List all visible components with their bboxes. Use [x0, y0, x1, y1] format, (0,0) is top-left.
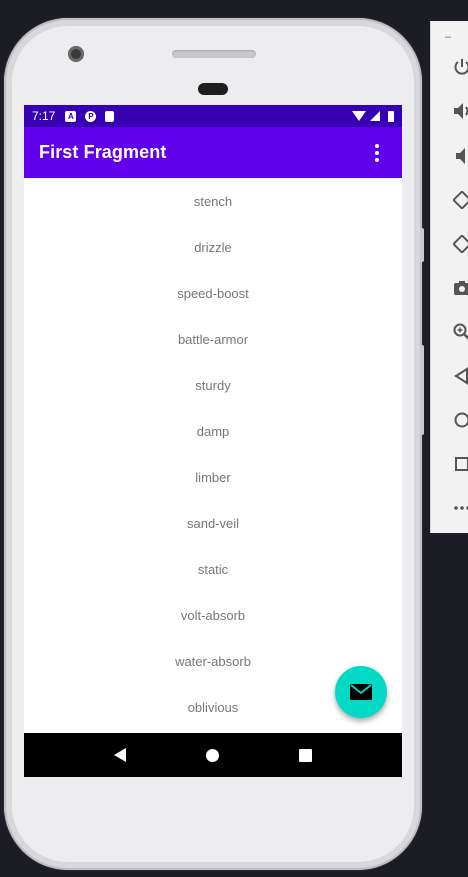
list-item[interactable]: volt-absorb — [24, 592, 402, 638]
recents-icon[interactable] — [299, 748, 312, 762]
overflow-dot — [375, 150, 379, 155]
earpiece — [198, 83, 228, 95]
more-vert-icon[interactable] — [367, 138, 387, 168]
email-fab-button[interactable] — [335, 666, 387, 718]
volume-up-icon[interactable] — [451, 100, 468, 122]
email-icon — [350, 684, 372, 700]
sd-card-icon — [105, 110, 115, 122]
camera-icon[interactable] — [451, 277, 468, 299]
emulator-toolbar: – — [430, 21, 468, 533]
zoom-icon[interactable] — [451, 321, 468, 343]
list-item[interactable]: sand-veil — [24, 500, 402, 546]
rotate-right-icon[interactable] — [451, 233, 468, 255]
overflow-dot — [375, 157, 379, 162]
signal-icon — [370, 111, 380, 121]
phone-side-button-upper — [420, 228, 424, 262]
list-item[interactable]: drizzle — [24, 224, 402, 270]
p-notification-icon: P — [85, 110, 97, 122]
list-item[interactable]: damp — [24, 408, 402, 454]
list-item[interactable]: stench — [24, 178, 402, 224]
home-icon[interactable] — [451, 409, 468, 431]
battery-icon — [388, 110, 394, 122]
device-screen: 7:17 A P First Fragment stench drizzle s… — [24, 105, 402, 777]
phone-side-button-lower — [420, 345, 424, 435]
overview-icon[interactable] — [451, 453, 468, 475]
more-icon[interactable] — [451, 497, 468, 519]
back-icon[interactable] — [451, 365, 468, 387]
app-title: First Fragment — [39, 142, 167, 162]
app-bar: First Fragment — [24, 127, 402, 178]
front-camera — [68, 46, 84, 62]
list-item[interactable]: speed-boost — [24, 270, 402, 316]
system-nav-bar — [24, 733, 402, 777]
power-icon[interactable] — [451, 56, 468, 78]
list-item[interactable]: static — [24, 546, 402, 592]
top-speaker — [172, 50, 256, 58]
overflow-dot — [375, 143, 379, 148]
wifi-icon — [352, 111, 366, 121]
volume-down-icon[interactable] — [451, 145, 468, 167]
status-bar: 7:17 A P — [24, 105, 402, 127]
rotate-left-icon[interactable] — [451, 189, 468, 211]
a-notification-icon: A — [65, 110, 77, 122]
back-icon[interactable] — [114, 748, 126, 762]
list-item[interactable]: battle-armor — [24, 316, 402, 362]
list-item[interactable]: limber — [24, 454, 402, 500]
list-item[interactable]: sturdy — [24, 362, 402, 408]
home-icon[interactable] — [206, 748, 219, 762]
status-right-icons — [352, 110, 394, 122]
status-time: 7:17 — [32, 109, 56, 123]
emulator-minimize[interactable]: – — [445, 31, 451, 43]
item-list[interactable]: stench drizzle speed-boost battle-armor … — [24, 178, 402, 733]
